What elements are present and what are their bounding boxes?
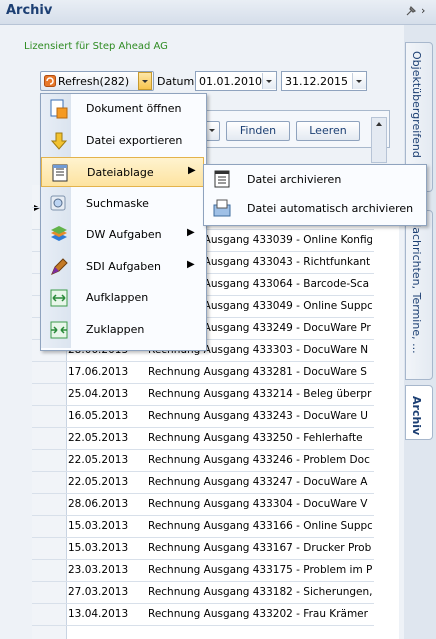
row-subject: Rechnung Ausgang 433182 - Sicherungen, [148,586,372,598]
tab-label: Nachrichten, Termine, ... [410,219,423,354]
submenu-item-label: Datei archivieren [247,173,342,186]
menu-item-zuklappen[interactable]: Zuklappen [41,315,204,345]
row-date: 25.04.2013 [68,388,129,400]
menu-item-dateiablage[interactable]: Dateiablage ▶ [41,157,204,187]
menu-item-label: Datei exportieren [86,133,183,147]
table-row[interactable]: 22.05.2013 Rechnung Ausgang 433247 - Docu… [32,473,374,494]
row-date: 23.03.2013 [68,564,129,576]
row-subject: Rechnung Ausgang 433250 - Fehlerhafte [148,432,363,444]
export-arrow-icon [49,131,69,151]
menu-item-sdi-aufgaben[interactable]: SDI Aufgaben ▶ [41,252,204,282]
table-row[interactable]: 17.06.2013 Rechnung Ausgang 433281 - Docu… [32,363,374,384]
menu-item-datei-exportieren[interactable]: Datei exportieren [41,126,204,156]
row-subject: Rechnung Ausgang 433243 - DocuWare U [148,410,368,422]
submenu-arrow-icon: ▶ [187,258,195,270]
date-to-field[interactable]: 31.12.2015 [281,71,367,91]
row-subject: Rechnung Ausgang 433214 - Beleg überpr [148,388,372,400]
search-mask-icon [49,194,69,214]
date-from-field[interactable]: 01.01.2010 [195,71,277,91]
refresh-label: Refresh(282) [58,75,130,88]
tab-label: Objektübergreifend [410,51,423,158]
menu-item-label: Aufklappen [86,291,149,304]
table-row[interactable]: 16.05.2013 Rechnung Ausgang 433243 - Docu… [32,407,374,428]
date-from-dropdown-icon[interactable] [262,73,276,89]
row-date: 13.04.2013 [68,608,129,620]
row-date: 22.05.2013 [68,432,129,444]
document-open-icon [49,99,69,119]
refresh-icon [44,75,56,87]
row-date: 27.03.2013 [68,586,129,598]
row-subject: Rechnung Ausgang 433246 - Problem Doc [148,454,370,466]
row-subject: Rechnung Ausgang 433281 - DocuWare S [148,366,367,378]
date-from-value: 01.01.2010 [199,75,262,88]
license-text: Lizensiert für Step Ahead AG [24,41,168,52]
table-row[interactable]: 22.05.2013 Rechnung Ausgang 433250 - Fehl… [32,429,374,450]
menu-item-label: Dokument öffnen [86,102,182,115]
row-date: 15.03.2013 [68,520,129,532]
row-subject: Rechnung Ausgang 433304 - DocuWare V [148,498,368,510]
pen-icon [49,257,69,277]
menu-item-label: Zuklappen [86,322,145,336]
submenu-item-datei-archivieren[interactable]: Datei archivieren [204,165,424,194]
menu-item-label: DW Aufgaben [86,228,162,241]
table-row[interactable]: 13.04.2013 Rechnung Ausgang 433202 - Frau… [32,605,374,626]
row-subject: Rechnung Ausgang 433247 - DocuWare A [148,476,368,488]
row-date: 28.06.2013 [68,498,129,510]
table-row[interactable]: 23.03.2013 Rechnung Ausgang 433175 - Prob… [32,561,374,582]
row-date: 15.03.2013 [68,542,129,554]
row-date: 22.05.2013 [68,454,129,466]
submenu-arrow-icon: ▶ [187,227,195,238]
date-to-dropdown-icon[interactable] [352,73,366,89]
pin-icon[interactable] [405,5,417,17]
menu-item-dw-aufgaben[interactable]: DW Aufgaben ▶ [41,220,204,250]
search-scrollbar[interactable] [371,117,387,163]
row-subject: Rechnung Ausgang 433202 - Frau Krämer [148,608,368,620]
tab-archiv[interactable]: Archiv [405,385,433,440]
tab-nachrichten[interactable]: Nachrichten, Termine, ... [405,210,433,380]
menu-item-label: Suchmaske [86,196,149,210]
window-title: Archiv [6,3,53,18]
table-row[interactable]: 27.03.2013 Rechnung Ausgang 433182 - Sich… [32,583,374,604]
refresh-dropdown-button[interactable] [138,72,152,90]
menu-item-dokument-ffnen[interactable]: Dokument öffnen [41,94,204,124]
submenu-item-label: Datei automatisch archivieren [247,202,414,215]
submenu-arrow-icon: ▶ [188,165,196,176]
table-row[interactable]: 28.06.2013 Rechnung Ausgang 433304 - Docu… [32,495,374,516]
expand-icon [49,288,69,308]
archive-file-icon [212,169,232,189]
row-date: 16.05.2013 [68,410,129,422]
date-to-value: 31.12.2015 [285,75,348,88]
date-label: Datum [157,75,195,88]
chevron-right-icon[interactable]: › [421,4,431,18]
menu-item-label: SDI Aufgaben [86,259,162,273]
table-row[interactable]: 25.04.2013 Rechnung Ausgang 433214 - Bele… [32,385,374,406]
table-row[interactable]: 15.03.2013 Rechnung Ausgang 433166 - Onli… [32,517,374,538]
menu-item-suchmaske[interactable]: Suchmaske [41,189,204,219]
menu-item-aufklappen[interactable]: Aufklappen [41,283,204,313]
row-subject: Rechnung Ausgang 433175 - Problem im P [148,564,372,576]
table-row[interactable]: 15.03.2013 Rechnung Ausgang 433167 - Druc… [32,539,374,560]
row-subject: Rechnung Ausgang 433167 - Drucker Prob [148,542,372,554]
tab-label: Archiv [410,396,423,436]
row-date: 22.05.2013 [68,476,129,488]
find-button[interactable]: Finden [226,121,290,141]
title-bar [0,0,436,25]
table-row[interactable]: 22.05.2013 Rechnung Ausgang 433246 - Prob… [32,451,374,472]
file-storage-icon [50,163,70,183]
clear-button[interactable]: Leeren [296,121,360,141]
row-date: 17.06.2013 [68,366,129,378]
layers-icon [49,225,69,245]
collapse-icon [49,320,69,340]
auto-archive-icon [212,198,232,218]
submenu-item-datei-automatisch-archivieren[interactable]: Datei automatisch archivieren [204,194,424,223]
menu-item-label: Dateiablage [87,166,154,179]
row-subject: Rechnung Ausgang 433166 - Online Suppc [148,520,372,532]
